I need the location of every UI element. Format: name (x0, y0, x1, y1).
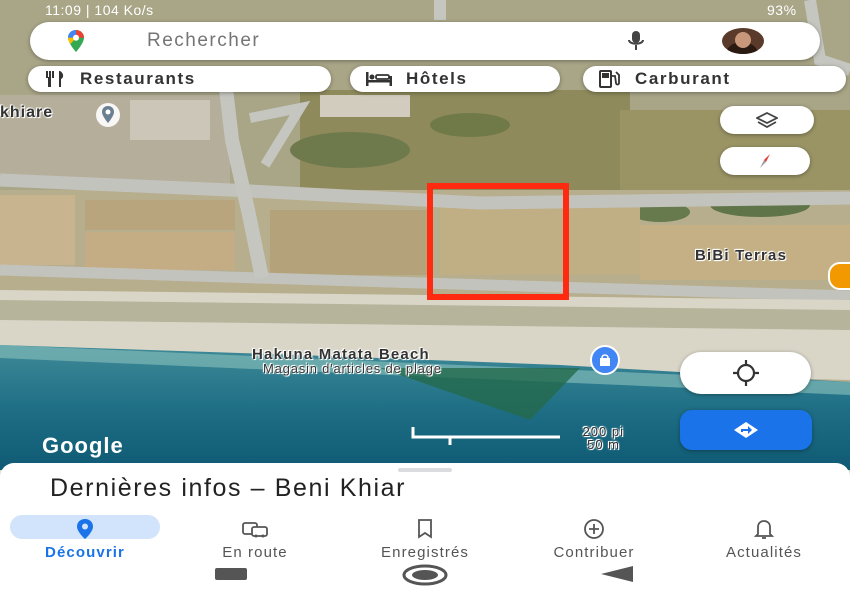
avatar[interactable] (722, 28, 764, 54)
scale-bar: 200 pi 50 m (410, 424, 624, 452)
bookmark-icon (418, 519, 432, 539)
chip-fuel[interactable]: Carburant (583, 66, 846, 92)
my-location-icon (732, 360, 759, 386)
place-pin-icon[interactable] (93, 100, 123, 135)
bed-icon (366, 72, 392, 86)
highlight-rectangle (427, 183, 569, 300)
explore-pin-icon (77, 519, 93, 539)
compass-button[interactable] (720, 147, 810, 175)
bell-icon (754, 520, 774, 539)
status-speed: 104 Ko/s (94, 2, 154, 18)
status-bar: 11:09 | 104 Ko/s (45, 2, 154, 18)
nav-label: En route (222, 544, 288, 561)
nav-label: Contribuer (553, 544, 635, 561)
drag-handle[interactable] (398, 468, 452, 472)
google-maps-logo-icon (68, 30, 84, 57)
fork-knife-icon (46, 71, 64, 87)
status-battery: 93% (767, 2, 797, 18)
satellite-map[interactable]: 11:09 | 104 Ko/s 93% Rechercher Restaura… (0, 0, 850, 470)
nav-item-discover[interactable]: Découvrir (5, 516, 165, 561)
directions-icon (734, 422, 758, 438)
restaurant-pin-icon[interactable] (828, 262, 850, 290)
status-time: 11:09 (45, 2, 82, 18)
chip-restaurants[interactable]: Restaurants (28, 66, 331, 92)
beach-category-label: Magasin d'articles de plage (263, 361, 442, 376)
home-icon[interactable] (402, 564, 448, 586)
scale-metric: 50 m (587, 437, 620, 452)
layers-button[interactable] (720, 106, 814, 134)
shopping-bag-icon[interactable] (590, 345, 620, 375)
google-watermark: Google (42, 433, 124, 458)
nav-item-commute[interactable]: En route (175, 516, 335, 561)
nav-item-saved[interactable]: Enregistrés (345, 516, 505, 561)
recent-apps-icon[interactable] (215, 568, 247, 580)
directions-button[interactable] (680, 410, 812, 450)
add-circle-icon (584, 519, 604, 539)
nav-item-contribute[interactable]: Contribuer (514, 516, 674, 561)
sheet-title[interactable]: Dernières infos – Beni Khiar (50, 474, 406, 503)
search-bar[interactable] (30, 22, 820, 60)
fuel-pump-icon (599, 70, 620, 88)
chip-hotels[interactable]: Hôtels (350, 66, 560, 92)
back-icon[interactable] (601, 566, 633, 587)
nav-label: Découvrir (45, 544, 125, 561)
system-nav-bar (0, 560, 850, 592)
nav-label: Enregistrés (381, 544, 469, 561)
chip-label: Carburant (635, 69, 731, 88)
chip-label: Restaurants (80, 69, 196, 88)
my-location-button[interactable] (680, 352, 811, 394)
place-label-left[interactable]: khiare (0, 104, 53, 122)
commute-car-icon (242, 522, 268, 538)
place-label-right[interactable]: BiBi Terras (695, 247, 787, 264)
nav-label: Actualités (725, 544, 803, 561)
microphone-icon[interactable] (628, 31, 644, 56)
nav-item-updates[interactable]: Actualités (684, 516, 844, 561)
chip-label: Hôtels (406, 69, 468, 88)
compass-icon (760, 154, 770, 168)
search-input[interactable] (145, 27, 569, 55)
layers-icon (756, 112, 778, 128)
